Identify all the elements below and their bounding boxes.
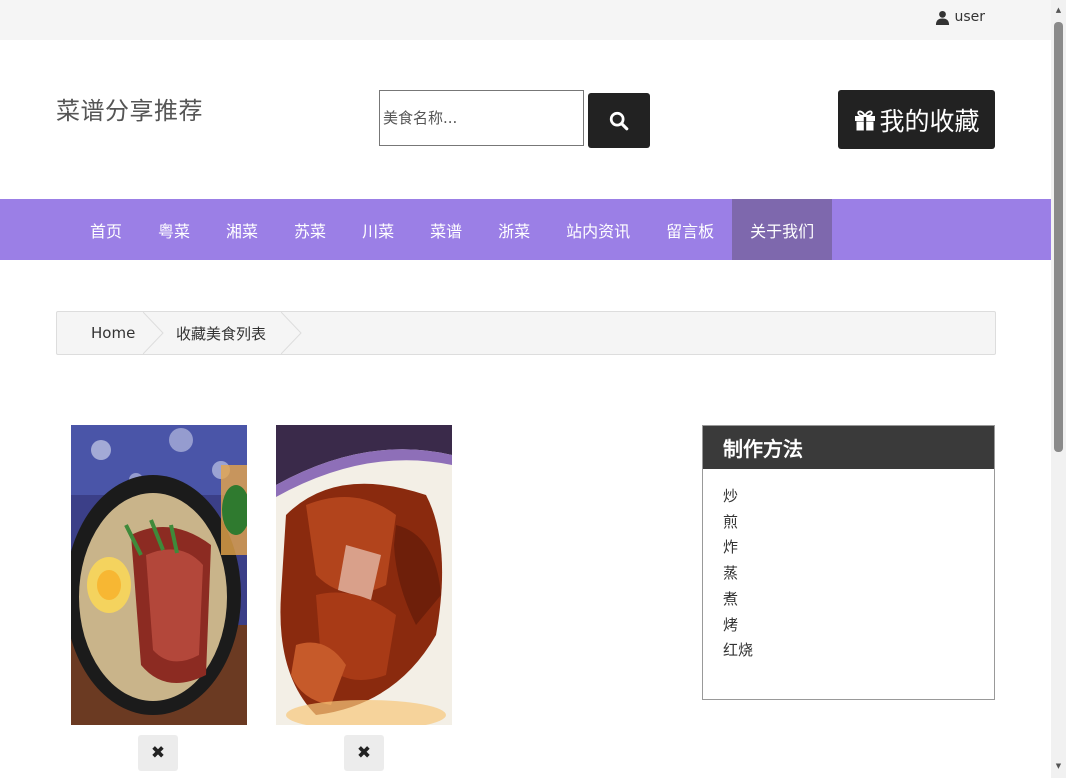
nav-item-cantonese[interactable]: 粤菜: [140, 199, 208, 260]
method-item-roast[interactable]: 烤: [723, 613, 994, 639]
breadcrumb-home-link[interactable]: Home: [91, 312, 135, 354]
breadcrumb: Home 收藏美食列表: [56, 311, 996, 355]
method-item-pan-fry[interactable]: 煎: [723, 510, 994, 536]
nav-item-about-us[interactable]: 关于我们: [732, 199, 833, 260]
cooking-methods-list: 炒 煎 炸 蒸 煮 烤 红烧: [703, 469, 994, 664]
gift-icon: [855, 110, 876, 130]
scroll-up-icon[interactable]: ▲: [1054, 6, 1063, 15]
nav-list: 首页 粤菜 湘菜 苏菜 川菜 菜谱 浙菜 站内资讯 留言板 关于我们: [72, 199, 833, 260]
method-item-boil[interactable]: 煮: [723, 587, 994, 613]
nav-item-sichuan[interactable]: 川菜: [344, 199, 412, 260]
scroll-down-icon[interactable]: ▼: [1054, 762, 1063, 771]
top-bar: user: [0, 0, 1051, 40]
nav-item-recipes[interactable]: 菜谱: [412, 199, 480, 260]
method-item-stir-fry[interactable]: 炒: [723, 484, 994, 510]
favorite-item: ✖: [276, 425, 452, 771]
user-menu-link[interactable]: user: [935, 9, 985, 25]
breadcrumb-separator-icon: [281, 312, 302, 354]
site-title[interactable]: 菜谱分享推荐: [56, 91, 203, 126]
cooking-methods-panel: 制作方法 炒 煎 炸 蒸 煮 烤 红烧: [702, 425, 995, 700]
favorite-item: ✖: [71, 425, 247, 771]
method-item-braise[interactable]: 红烧: [723, 638, 994, 664]
my-favorites-button[interactable]: 我的收藏: [838, 90, 995, 149]
food-image-clay-pot-rice[interactable]: [71, 425, 247, 725]
remove-favorite-button[interactable]: ✖: [344, 735, 384, 771]
search-input[interactable]: [379, 90, 584, 146]
nav-item-home[interactable]: 首页: [72, 199, 140, 260]
nav-item-news[interactable]: 站内资讯: [548, 199, 648, 260]
breadcrumb-separator-icon: [143, 312, 164, 354]
main-nav: 首页 粤菜 湘菜 苏菜 川菜 菜谱 浙菜 站内资讯 留言板 关于我们: [0, 199, 1051, 260]
my-favorites-label: 我的收藏: [879, 106, 980, 136]
breadcrumb-current: 收藏美食列表: [176, 324, 267, 343]
user-label: user: [954, 9, 985, 25]
food-image-roast-duck[interactable]: [276, 425, 452, 725]
method-item-deep-fry[interactable]: 炸: [723, 535, 994, 561]
nav-item-message-board[interactable]: 留言板: [648, 199, 732, 260]
method-item-steam[interactable]: 蒸: [723, 561, 994, 587]
user-icon: [936, 10, 950, 25]
panel-title: 制作方法: [703, 426, 994, 469]
remove-favorite-button[interactable]: ✖: [138, 735, 178, 771]
nav-item-hunan[interactable]: 湘菜: [208, 199, 276, 260]
search-button[interactable]: [588, 93, 650, 148]
search-icon: [609, 111, 629, 130]
vertical-scrollbar[interactable]: ▲ ▼: [1051, 0, 1066, 778]
page: user 菜谱分享推荐 我的收藏 首页 粤菜 湘菜 苏菜 川菜 菜谱 浙菜 站内…: [0, 0, 1051, 778]
nav-item-zhejiang[interactable]: 浙菜: [480, 199, 548, 260]
nav-item-jiangsu[interactable]: 苏菜: [276, 199, 344, 260]
scrollbar-thumb[interactable]: [1054, 22, 1063, 452]
